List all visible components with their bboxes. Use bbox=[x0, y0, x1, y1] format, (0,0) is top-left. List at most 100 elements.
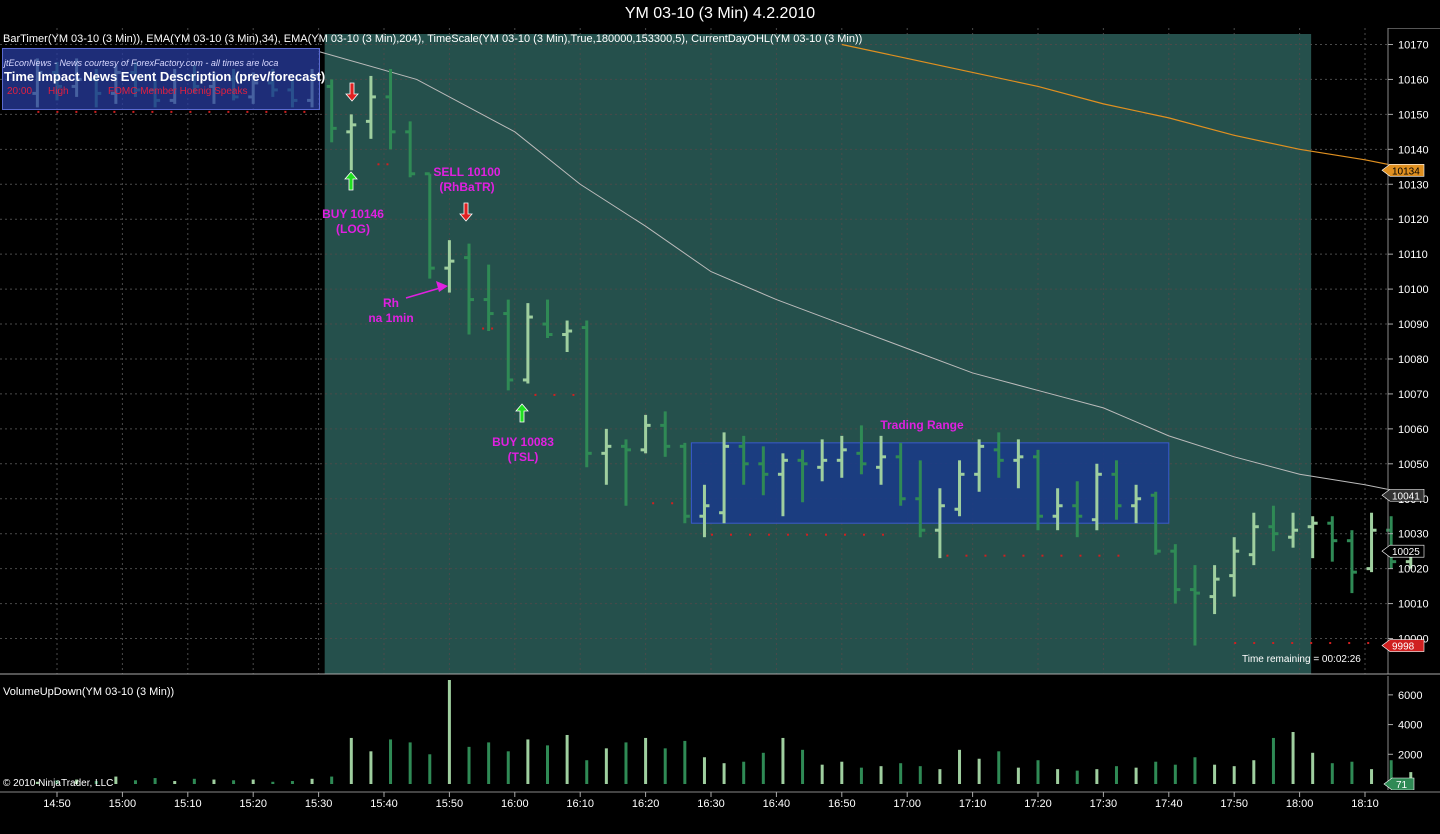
stop-dot bbox=[882, 533, 884, 536]
stop-dot bbox=[1041, 554, 1044, 557]
stop-dot bbox=[1367, 642, 1370, 645]
stop-dot bbox=[208, 110, 211, 113]
price-tick-label: 10150 bbox=[1398, 109, 1429, 121]
stop-dot bbox=[844, 533, 846, 536]
stop-dot bbox=[151, 110, 154, 113]
time-tick-label: 15:20 bbox=[239, 798, 267, 810]
stop-dot bbox=[1022, 554, 1025, 557]
price-tick-label: 10100 bbox=[1398, 284, 1429, 296]
volume-label: VolumeUpDown(YM 03-10 (3 Min)) bbox=[3, 686, 175, 698]
time-tick-label: 16:00 bbox=[501, 798, 529, 810]
stop-dot bbox=[965, 554, 968, 557]
news-header: Time Impact News Event Description (prev… bbox=[4, 69, 326, 84]
buy-annotation-1-line1: BUY 10146 bbox=[322, 207, 384, 221]
volume-tick-label: 6000 bbox=[1398, 690, 1422, 702]
time-tick-label: 17:40 bbox=[1155, 798, 1183, 810]
volume-last-label: 71 bbox=[1396, 780, 1408, 790]
stop-dot bbox=[284, 110, 287, 113]
stop-dot bbox=[113, 110, 116, 113]
time-tick-label: 17:10 bbox=[959, 798, 987, 810]
stop-dot bbox=[227, 110, 230, 113]
stop-dot bbox=[1329, 642, 1332, 645]
rh-annotation-line1: Rh bbox=[383, 296, 399, 310]
stop-dot bbox=[1310, 642, 1313, 645]
stop-dot bbox=[265, 110, 268, 113]
stop-dot bbox=[711, 533, 713, 536]
time-tick-label: 15:00 bbox=[109, 798, 137, 810]
news-title: jtEconNews - News courtesy of ForexFacto… bbox=[4, 58, 279, 68]
price-tick-label: 10130 bbox=[1398, 179, 1429, 191]
ema204-marker-label: 10134 bbox=[1392, 166, 1420, 177]
time-tick-label: 15:40 bbox=[370, 798, 398, 810]
time-remaining: Time remaining = 00:02:26 bbox=[1242, 654, 1361, 665]
price-tick-label: 10090 bbox=[1398, 319, 1429, 331]
trading-range-label: Trading Range bbox=[880, 418, 964, 432]
time-tick-label: 17:50 bbox=[1220, 798, 1248, 810]
stop-dot bbox=[946, 554, 949, 557]
stop-dot bbox=[825, 533, 827, 536]
time-tick-label: 16:30 bbox=[697, 798, 725, 810]
stop-dot bbox=[56, 110, 59, 113]
time-axis: 14:50 15:00 15:10 15:20 15:30 15:40 15:50 16:00… bbox=[0, 791, 1440, 810]
time-tick-label: 16:40 bbox=[763, 798, 791, 810]
price-tick-label: 10050 bbox=[1398, 459, 1429, 471]
volume-tick-label: 4000 bbox=[1398, 720, 1422, 732]
price-tick-label: 10120 bbox=[1398, 214, 1429, 226]
window-title: YM 03-10 (3 Min) 4.2.2010 bbox=[624, 5, 816, 22]
time-tick-label: 16:50 bbox=[828, 798, 856, 810]
price-tick-label: 10110 bbox=[1398, 249, 1428, 261]
price-tick-label: 10080 bbox=[1398, 354, 1429, 366]
stop-dot bbox=[1291, 642, 1294, 645]
stop-dot bbox=[491, 327, 494, 330]
stop-dot bbox=[863, 533, 865, 536]
news-event: FOMC Member Hoenig Speaks bbox=[108, 86, 248, 97]
buy-annotation-1: BUY 10146 (LOG) bbox=[314, 207, 392, 237]
stop-dot bbox=[482, 327, 485, 330]
time-tick-label: 17:00 bbox=[893, 798, 921, 810]
sell-annotation-line2: (RhBaTR) bbox=[439, 180, 495, 194]
price-tick-label: 10030 bbox=[1398, 529, 1429, 541]
stop-dot bbox=[94, 110, 97, 113]
stop-dot bbox=[749, 533, 751, 536]
stop-dot bbox=[1234, 642, 1237, 645]
time-tick-label: 14:50 bbox=[43, 798, 71, 810]
buy-annotation-2-line1: BUY 10083 bbox=[492, 435, 554, 449]
sell-annotation-line1: SELL 10100 bbox=[433, 165, 501, 179]
price-chart: 10170 10160 10150 10140 10130 10120 10110 10100… bbox=[0, 28, 1440, 675]
stop-dot bbox=[768, 533, 770, 536]
stop-dot bbox=[984, 554, 987, 557]
news-impact: High bbox=[48, 86, 69, 97]
stop-dot bbox=[1079, 554, 1082, 557]
stop-dot bbox=[75, 110, 78, 113]
time-tick-label: 18:00 bbox=[1286, 798, 1314, 810]
stop-dot bbox=[572, 393, 575, 396]
time-tick-label: 17:30 bbox=[1090, 798, 1118, 810]
volume-plot-bg bbox=[0, 676, 1388, 790]
price-tick-label: 10010 bbox=[1398, 599, 1429, 611]
sell-annotation: SELL 10100 (RhBaTR) bbox=[426, 165, 508, 195]
copyright: © 2010 NinjaTrader, LLC bbox=[3, 778, 114, 789]
stop-dot bbox=[1060, 554, 1063, 557]
rh-annotation-line2: na 1min bbox=[368, 311, 414, 325]
stop-dot bbox=[170, 110, 173, 113]
stop-dot bbox=[386, 163, 389, 166]
time-tick-label: 16:20 bbox=[632, 798, 660, 810]
stop-dot bbox=[534, 393, 537, 396]
stop-dot bbox=[303, 110, 306, 113]
time-tick-label: 15:50 bbox=[436, 798, 464, 810]
price-tick-label: 10140 bbox=[1398, 144, 1429, 156]
time-tick-label: 17:20 bbox=[1024, 798, 1052, 810]
stop-dot bbox=[132, 110, 135, 113]
stop-dot bbox=[1098, 554, 1101, 557]
time-tick-label: 16:10 bbox=[566, 798, 594, 810]
stop-dot bbox=[189, 110, 192, 113]
stop-dot bbox=[1003, 554, 1006, 557]
price-tick-label: 10070 bbox=[1398, 389, 1429, 401]
time-tick-label: 15:10 bbox=[174, 798, 202, 810]
price-tick-label: 10060 bbox=[1398, 424, 1429, 436]
buy-annotation-2-line2: (TSL) bbox=[507, 450, 539, 464]
buy-annotation-1-line2: (LOG) bbox=[336, 222, 370, 236]
stop-dot bbox=[787, 533, 789, 536]
stop-dot bbox=[377, 163, 380, 166]
stop-dot bbox=[553, 393, 556, 396]
